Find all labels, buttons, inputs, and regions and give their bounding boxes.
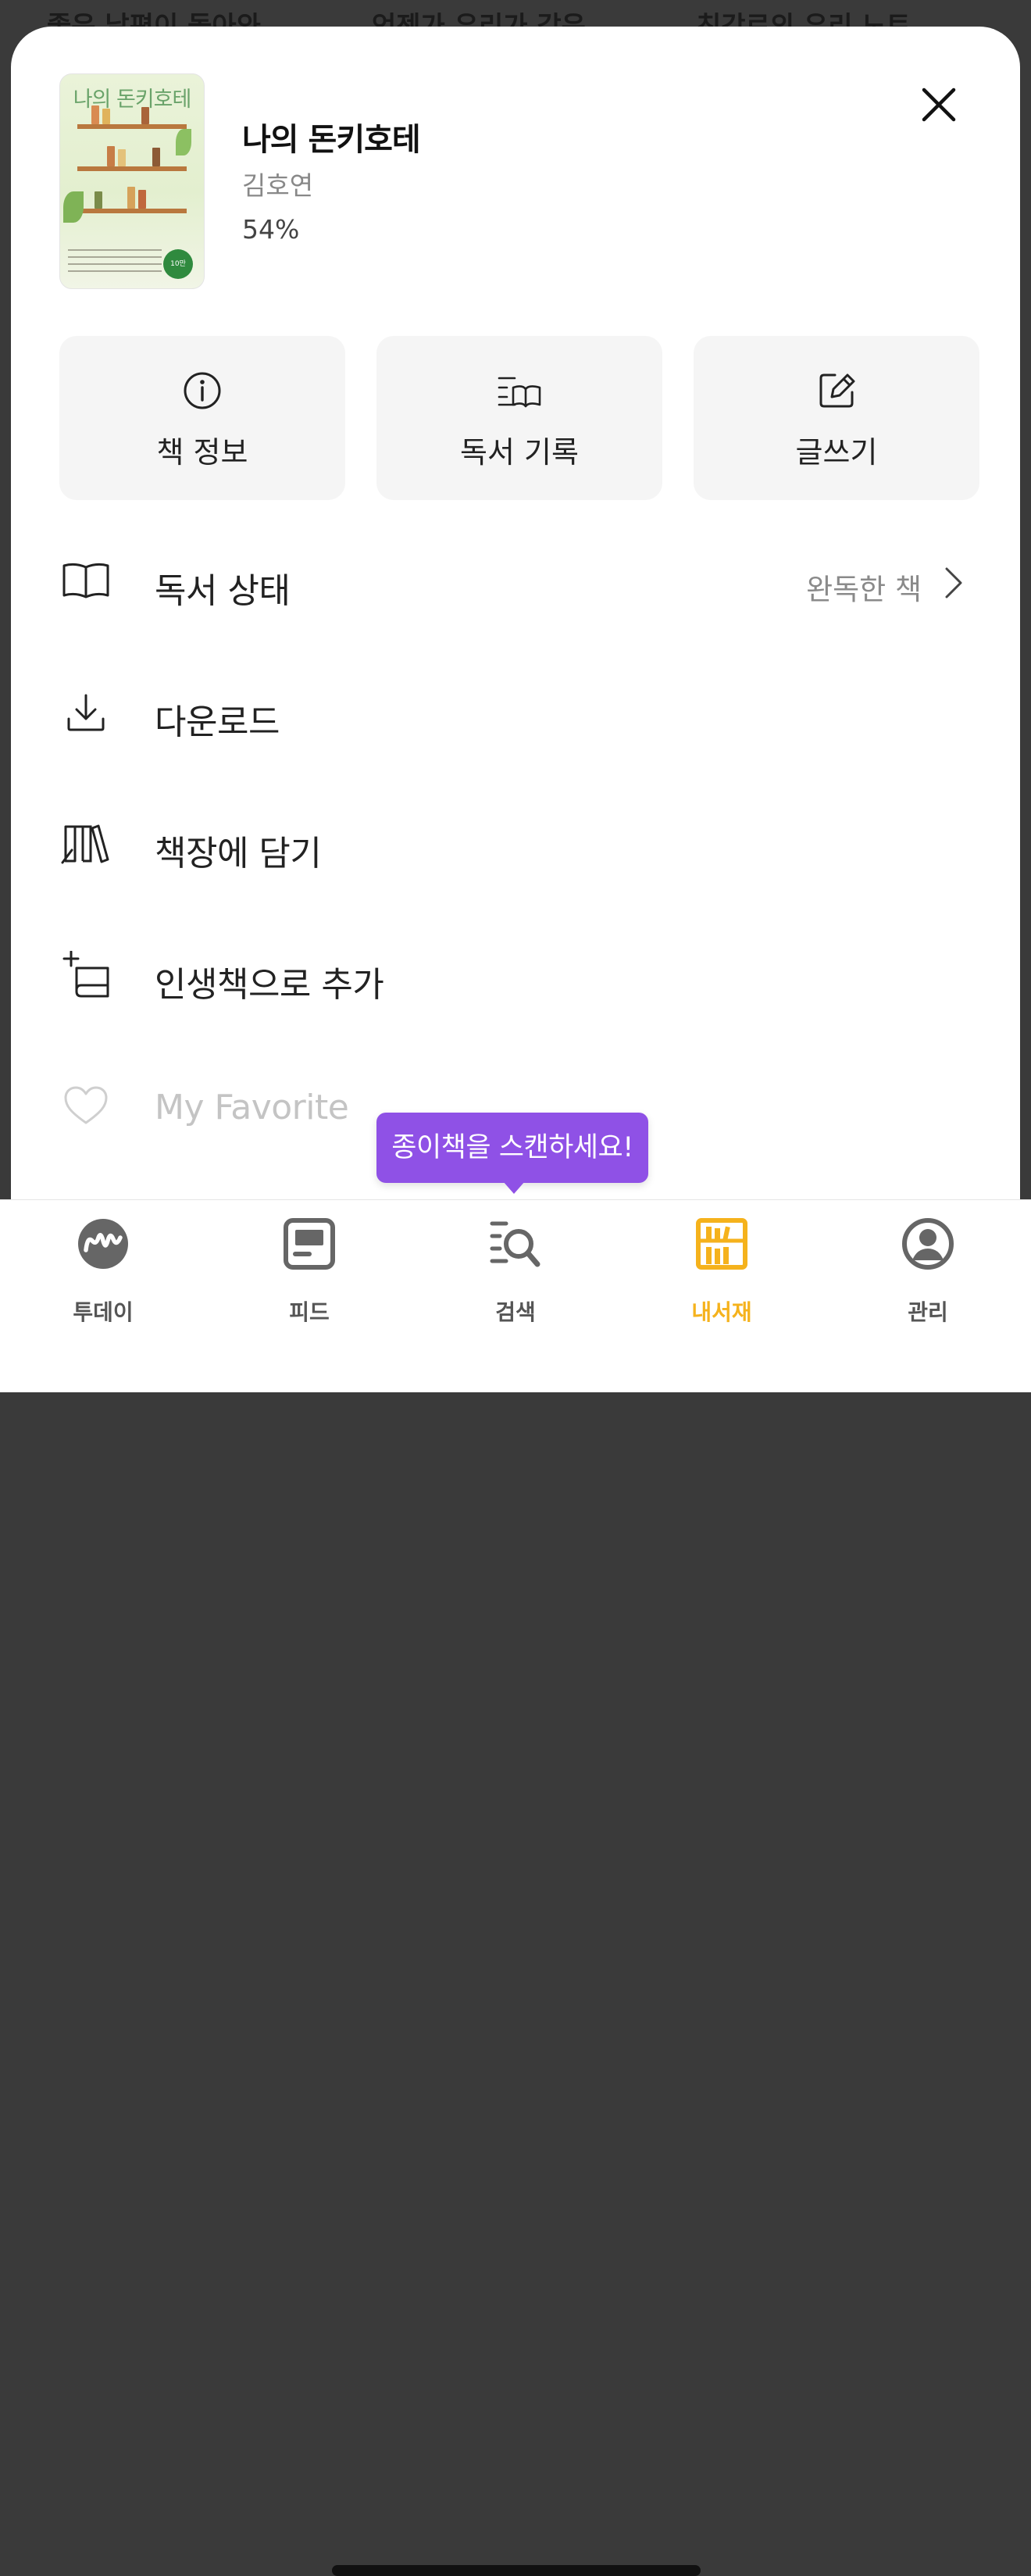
tooltip-pointer xyxy=(503,1181,525,1194)
today-icon xyxy=(78,1219,128,1269)
book-info-label: 책 정보 xyxy=(156,435,248,470)
book-author: 김호연 xyxy=(242,170,314,201)
bottom-tab-bar: 투데이 피드 검색 내서재 관리 xyxy=(0,1199,1031,2576)
write-label: 글쓰기 xyxy=(795,435,878,470)
book-cover: 나의 돈키호테 10만 xyxy=(59,73,205,289)
close-icon xyxy=(922,88,956,122)
add-life-book-label: 인생책으로 추가 xyxy=(155,965,384,1005)
library-icon xyxy=(696,1218,747,1270)
book-info-button[interactable]: 책 정보 xyxy=(59,336,345,500)
feed-icon xyxy=(284,1218,335,1270)
cover-title: 나의 돈키호테 xyxy=(73,88,192,112)
add-book-icon xyxy=(62,951,109,998)
tab-library[interactable]: 내서재 xyxy=(659,1217,784,1327)
reading-log-button[interactable]: 독서 기록 xyxy=(376,336,662,500)
reading-status-value: 완독한 책 xyxy=(806,573,922,606)
tab-feed-label: 피드 xyxy=(289,1299,330,1325)
reading-log-label: 독서 기록 xyxy=(460,435,579,470)
write-button[interactable]: 글쓰기 xyxy=(694,336,979,500)
search-icon xyxy=(490,1221,540,1267)
tab-feed[interactable]: 피드 xyxy=(247,1217,372,1327)
info-icon xyxy=(184,372,221,409)
add-life-book-item[interactable]: 인생책으로 추가 xyxy=(59,928,979,1022)
add-to-shelf-item[interactable]: 책장에 담기 xyxy=(59,797,979,891)
tab-today[interactable]: 투데이 xyxy=(41,1217,166,1327)
scan-tooltip[interactable]: 종이책을 스캔하세요! xyxy=(376,1113,648,1183)
open-book-icon xyxy=(62,563,109,598)
add-to-shelf-label: 책장에 담기 xyxy=(155,834,322,874)
download-item[interactable]: 다운로드 xyxy=(59,666,979,759)
reading-status-label: 독서 상태 xyxy=(155,571,291,611)
download-label: 다운로드 xyxy=(155,702,280,742)
tab-manage[interactable]: 관리 xyxy=(865,1217,990,1327)
my-favorite-label: My Favorite xyxy=(155,1088,349,1127)
chevron-right-icon xyxy=(945,567,962,598)
tab-search-label: 검색 xyxy=(495,1299,536,1325)
profile-icon xyxy=(902,1218,954,1270)
tab-search[interactable]: 검색 xyxy=(453,1217,578,1327)
heart-icon xyxy=(64,1086,108,1124)
download-icon xyxy=(67,694,105,731)
reading-progress: 54% xyxy=(242,214,300,245)
home-indicator[interactable] xyxy=(332,2565,701,2576)
book-title: 나의 돈키호테 xyxy=(242,122,421,158)
close-button[interactable] xyxy=(917,83,961,127)
reading-status-item[interactable]: 독서 상태 완독한 책 xyxy=(59,534,979,628)
bookshelf-icon xyxy=(61,824,109,864)
quick-actions: 책 정보 독서 기록 글쓰기 xyxy=(59,336,979,500)
book-action-sheet: 나의 돈키호테 10만 나의 돈키호테 김호연 54% 책 정보 독서 기록 글… xyxy=(11,27,1020,1277)
tab-manage-label: 관리 xyxy=(908,1299,948,1325)
tab-library-label: 내서재 xyxy=(691,1299,752,1325)
cover-badge: 10만 xyxy=(163,249,193,279)
edit-icon xyxy=(819,373,855,408)
tab-today-label: 투데이 xyxy=(73,1299,134,1325)
reading-log-icon xyxy=(498,377,541,408)
